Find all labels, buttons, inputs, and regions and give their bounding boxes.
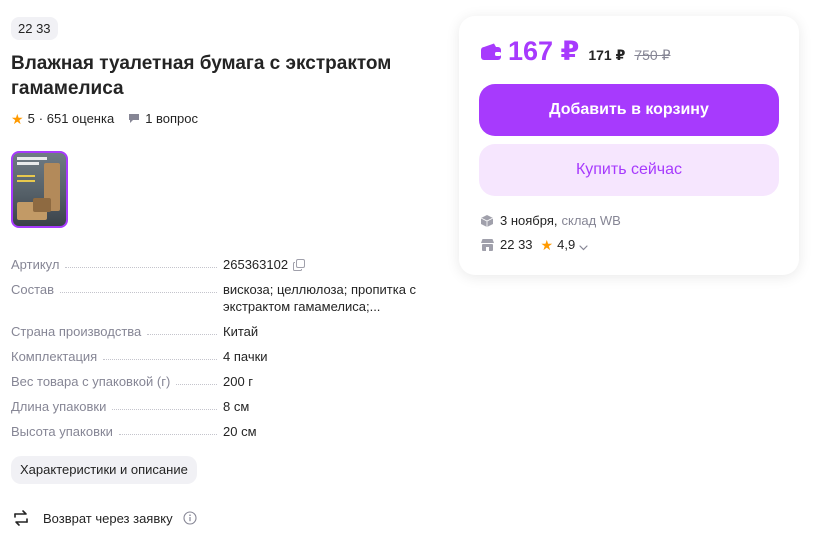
spec-name: Состав	[11, 282, 55, 297]
chevron-down-icon[interactable]	[579, 240, 588, 251]
product-title: Влажная туалетная бумага с экстрактом га…	[11, 53, 392, 99]
spec-name: Комплектация	[11, 349, 98, 364]
spec-name: Вес товара с упаковкой (г)	[11, 374, 171, 389]
return-row: Возврат через заявку	[11, 508, 197, 528]
spec-row: Состав вискоза; целлюлоза; пропитка с эк…	[11, 281, 431, 315]
add-to-cart-button[interactable]: Добавить в корзину	[479, 84, 779, 136]
delivery-row: 3 ноября, склад WB	[480, 213, 621, 228]
price-without-wallet: 171 ₽	[588, 47, 626, 63]
spec-value: 8 см	[223, 399, 250, 414]
spec-dots	[65, 256, 217, 268]
spec-row: Комплектация 4 пачки	[11, 348, 431, 365]
buy-now-button[interactable]: Купить сейчас	[479, 144, 779, 196]
spec-value: 200 г	[223, 374, 254, 389]
spec-name: Длина упаковки	[11, 399, 107, 414]
store-icon	[480, 238, 495, 252]
spec-dots	[60, 281, 217, 293]
spec-name: Страна производства	[11, 324, 142, 339]
spec-row: Длина упаковки 8 см	[11, 398, 431, 415]
spec-value: 265363102	[223, 257, 289, 272]
box-icon	[480, 214, 494, 228]
spec-dots	[118, 423, 217, 435]
delivery-date: 3 ноября,	[500, 213, 558, 228]
rating-row: ★ 5 · 651 оценка 1 вопрос	[11, 111, 198, 126]
questions-link[interactable]: 1 вопрос	[145, 111, 198, 126]
thumb-text-line	[17, 162, 39, 165]
spec-dots	[176, 373, 217, 385]
spec-value: вискоза; целлюлоза; пропитка с экстракто…	[223, 282, 417, 314]
spec-value: Китай	[223, 324, 259, 339]
spec-row: Артикул 265363102	[11, 256, 431, 273]
reviews-count[interactable]: · 651 оценка	[39, 111, 114, 126]
delivery-source: склад WB	[561, 213, 621, 228]
spec-row: Высота упаковки 20 см	[11, 423, 431, 440]
question-icon	[128, 113, 140, 124]
info-icon[interactable]	[183, 511, 197, 525]
spec-value: 20 см	[223, 424, 257, 439]
spec-name: Артикул	[11, 257, 60, 272]
return-text: Возврат через заявку	[43, 510, 173, 526]
product-thumbnail[interactable]	[11, 151, 68, 228]
seller-rating: 4,9	[557, 237, 576, 252]
star-icon: ★	[11, 110, 24, 127]
star-icon: ★	[540, 236, 554, 253]
spec-dots	[103, 348, 217, 360]
spec-value: 4 пачки	[223, 349, 268, 364]
wallet-icon	[480, 43, 502, 61]
price-old: 750 ₽	[634, 47, 671, 63]
seller-row[interactable]: 22 33 ★ 4,9	[480, 237, 588, 252]
spec-dots	[147, 323, 217, 335]
seller-name[interactable]: 22 33	[500, 237, 533, 252]
price-current: 167 ₽	[508, 36, 580, 66]
spec-row: Вес товара с упаковкой (г) 200 г	[11, 373, 431, 390]
rating-value[interactable]: 5	[28, 111, 35, 126]
price-row: 167 ₽ 171 ₽ 750 ₽	[480, 36, 671, 67]
spec-name: Высота упаковки	[11, 424, 113, 439]
seller-badge[interactable]: 22 33	[11, 17, 58, 40]
characteristics-button[interactable]: Характеристики и описание	[11, 456, 197, 484]
thumb-text-line	[17, 157, 47, 160]
thumb-package	[33, 198, 51, 212]
thumb-text-line	[17, 180, 35, 182]
thumb-text-line	[17, 175, 35, 177]
copy-icon[interactable]	[293, 258, 306, 271]
spec-row: Страна производства Китай	[11, 323, 431, 340]
buy-card: 167 ₽ 171 ₽ 750 ₽ Добавить в корзину Куп…	[459, 16, 799, 275]
spec-dots	[112, 398, 217, 410]
specs-table: Артикул 265363102 Состав вискоза; целлюл…	[11, 256, 431, 448]
return-icon	[11, 508, 31, 528]
